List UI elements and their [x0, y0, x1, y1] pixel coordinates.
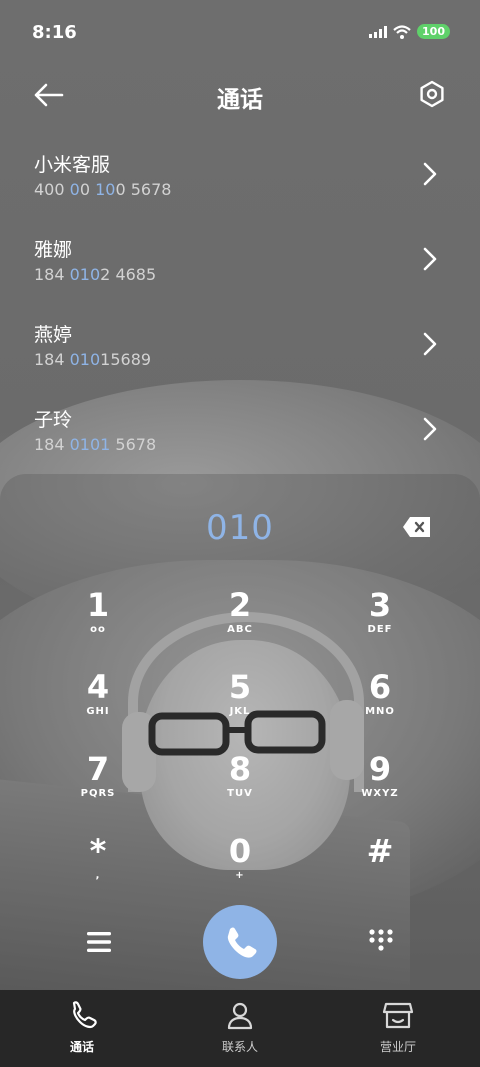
chevron-right-icon[interactable]	[422, 162, 438, 186]
dial-key-3[interactable]: 3 DEF	[335, 588, 425, 658]
dial-key-9[interactable]: 9 WXYZ	[335, 752, 425, 822]
phone-icon	[227, 927, 257, 958]
dial-key-2[interactable]: 2 ABC	[195, 588, 285, 658]
key-letters: MNO	[365, 706, 395, 717]
key-letters: WXYZ	[361, 788, 399, 799]
call-button[interactable]	[203, 905, 277, 979]
contact-number: 184 0102 4685	[34, 265, 157, 284]
dial-key-0[interactable]: 0 +	[195, 834, 285, 904]
chevron-right-icon[interactable]	[422, 247, 438, 271]
contact-number: 400 00 100 5678	[34, 180, 172, 199]
tab-label: 通话	[69, 1040, 94, 1054]
contact-name: 燕婷	[34, 324, 73, 346]
key-letters: PQRS	[80, 788, 116, 799]
person-icon	[227, 1002, 253, 1030]
dial-key-8[interactable]: 8 TUV	[195, 752, 285, 822]
contact-name: 小米客服	[34, 154, 111, 176]
voicemail-icon: ᴏᴏ	[90, 624, 106, 635]
key-digit: 6	[368, 668, 392, 706]
status-bar: 8:16 100	[0, 0, 480, 66]
list-item[interactable]: 子玲 184 0101 5678	[0, 395, 480, 480]
dial-key-star[interactable]: *,	[53, 834, 143, 904]
key-digit: 0	[228, 832, 252, 870]
battery-indicator: 100	[417, 24, 450, 39]
contact-name: 雅娜	[34, 239, 73, 261]
chevron-right-icon[interactable]	[422, 332, 438, 356]
contact-name: 子玲	[34, 409, 73, 431]
dial-key-6[interactable]: 6 MNO	[335, 670, 425, 740]
key-letters: DEF	[367, 624, 393, 635]
list-item[interactable]: 燕婷 184 01015689	[0, 310, 480, 395]
contact-suggestion-list: 小米客服 400 00 100 5678 雅娜 184 0102 4685 燕婷…	[0, 140, 480, 480]
dialpad-toggle-icon[interactable]	[368, 928, 394, 954]
store-icon	[382, 1002, 414, 1029]
key-letters: ,	[95, 870, 101, 881]
tab-label: 联系人	[221, 1040, 258, 1054]
key-digit: 1	[86, 586, 110, 624]
key-digit: 9	[368, 750, 392, 788]
key-digit: #	[366, 832, 394, 870]
dial-key-4[interactable]: 4 GHI	[53, 670, 143, 740]
dial-key-hash[interactable]: #	[335, 834, 425, 904]
key-letters: JKL	[229, 706, 251, 717]
status-time: 8:16	[32, 22, 77, 43]
tab-label: 营业厅	[379, 1040, 416, 1054]
key-digit: 3	[368, 586, 392, 624]
menu-icon[interactable]	[86, 930, 112, 954]
key-letters: +	[235, 870, 245, 881]
phone-icon	[72, 1001, 97, 1029]
key-digit: 5	[228, 668, 252, 706]
contact-number: 184 01015689	[34, 350, 152, 369]
bottom-tab-bar: 通话 联系人 营业厅	[0, 990, 480, 1067]
key-digit: 7	[86, 750, 110, 788]
tab-contacts[interactable]: 联系人	[180, 1000, 300, 1055]
settings-icon[interactable]	[418, 80, 446, 108]
key-digit: 2	[228, 586, 252, 624]
dial-key-1[interactable]: 1 ᴏᴏ	[53, 588, 143, 658]
tab-calls[interactable]: 通话	[22, 1000, 142, 1055]
tab-store[interactable]: 营业厅	[338, 1000, 458, 1055]
backspace-icon[interactable]	[402, 516, 432, 538]
page-title: 通话	[217, 87, 263, 113]
dial-key-7[interactable]: 7 PQRS	[53, 752, 143, 822]
signal-icon	[369, 25, 388, 38]
chevron-right-icon[interactable]	[422, 417, 438, 441]
dial-key-5[interactable]: 5 JKL	[195, 670, 285, 740]
header: 通话	[0, 66, 480, 126]
key-digit: *	[89, 832, 107, 870]
key-digit: 4	[86, 668, 110, 706]
key-letters: TUV	[227, 788, 253, 799]
key-letters: GHI	[86, 706, 110, 717]
status-icons: 100	[369, 24, 450, 39]
key-digit: 8	[228, 750, 252, 788]
key-letters: ABC	[227, 624, 253, 635]
list-item[interactable]: 小米客服 400 00 100 5678	[0, 140, 480, 225]
dialpad-actions	[0, 902, 480, 988]
wifi-icon	[393, 24, 411, 39]
list-item[interactable]: 雅娜 184 0102 4685	[0, 225, 480, 310]
contact-number: 184 0101 5678	[34, 435, 157, 454]
